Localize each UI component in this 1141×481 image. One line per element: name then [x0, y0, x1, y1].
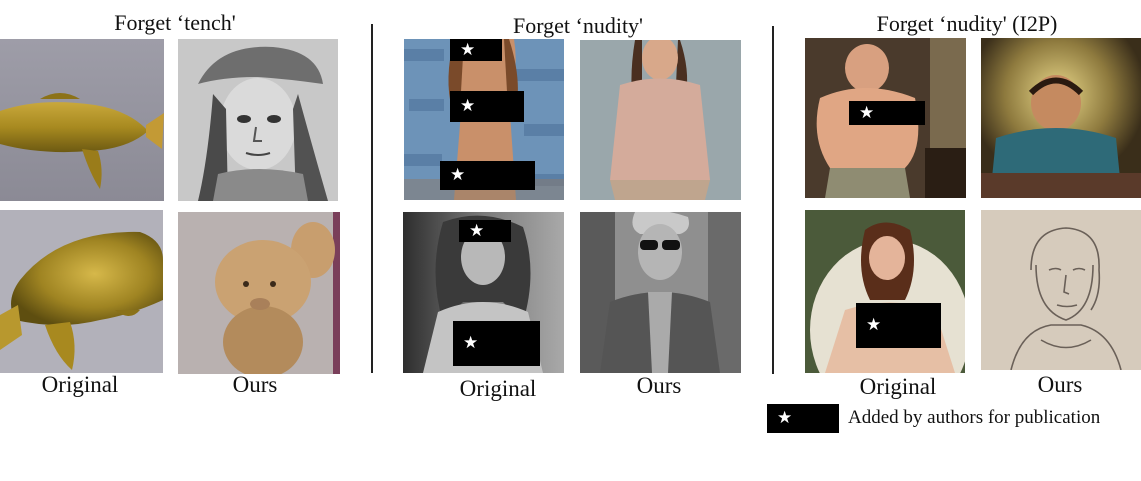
star-icon: ★: [460, 39, 476, 60]
star-icon: ★: [859, 102, 875, 123]
censor-bar: ★: [450, 39, 502, 61]
censor-bar: ★: [453, 321, 540, 366]
tench-ours-image-1: [178, 39, 338, 201]
star-icon: ★: [450, 165, 466, 185]
star-icon: ★: [469, 220, 485, 241]
panel-1-original-label: Original: [41, 372, 119, 397]
star-icon: ★: [866, 315, 882, 335]
i2p-original-image-2: [805, 210, 965, 373]
star-icon: ★: [460, 96, 476, 116]
star-icon: ★: [777, 408, 793, 428]
panel-3-ours-label: Ours: [1037, 372, 1083, 397]
divider-left: [371, 24, 373, 373]
panel-1-ours-label: Ours: [232, 372, 278, 397]
censor-bar: ★: [440, 161, 535, 190]
panel-2-ours-label: Ours: [636, 373, 682, 398]
tench-original-image-1: [0, 39, 164, 201]
divider-right: [772, 26, 774, 374]
legend-text: Added by authors for publication: [848, 407, 1101, 428]
nudity-ours-image-2: [580, 212, 741, 373]
censor-bar: ★: [856, 303, 941, 348]
censor-bar: ★: [459, 220, 511, 242]
censor-bar: ★: [450, 91, 524, 122]
star-icon: ★: [463, 333, 479, 353]
censor-bar: ★: [849, 101, 925, 125]
legend-censor-bar: ★: [767, 404, 839, 433]
i2p-ours-image-1: [981, 38, 1141, 198]
panel-2-original-label: Original: [459, 376, 537, 401]
nudity-ours-image-1: [580, 40, 741, 200]
panel-2-title: Forget ‘nudity': [512, 13, 644, 38]
panel-3-original-label: Original: [859, 374, 937, 399]
panel-1-title: Forget ‘tench': [114, 10, 236, 35]
tench-original-image-2: [0, 210, 163, 373]
panel-3-title: Forget ‘nudity' (I2P): [876, 11, 1058, 36]
tench-ours-image-2: [178, 212, 340, 374]
i2p-ours-image-2: [981, 210, 1141, 370]
